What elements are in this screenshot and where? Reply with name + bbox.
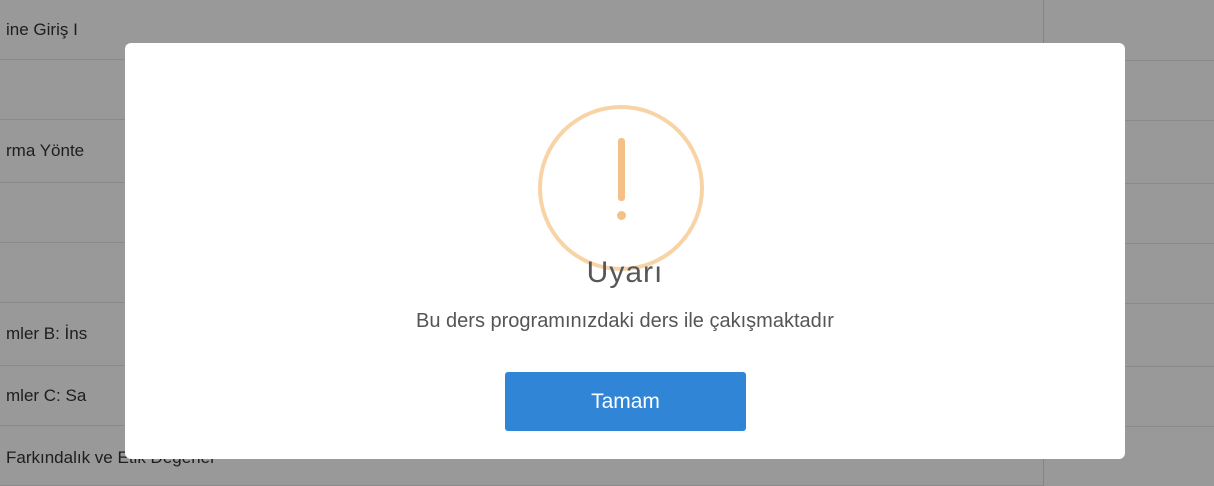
- warning-icon-bar: [618, 138, 625, 201]
- alert-dialog: Uyarı Bu ders programınızdaki ders ile ç…: [125, 43, 1125, 459]
- warning-icon-dot: [617, 211, 626, 220]
- dialog-message: Bu ders programınızdaki ders ile çakışma…: [416, 310, 834, 332]
- warning-icon: [538, 105, 704, 271]
- dialog-title: Uyarı: [586, 256, 664, 289]
- confirm-button[interactable]: Tamam: [505, 372, 746, 431]
